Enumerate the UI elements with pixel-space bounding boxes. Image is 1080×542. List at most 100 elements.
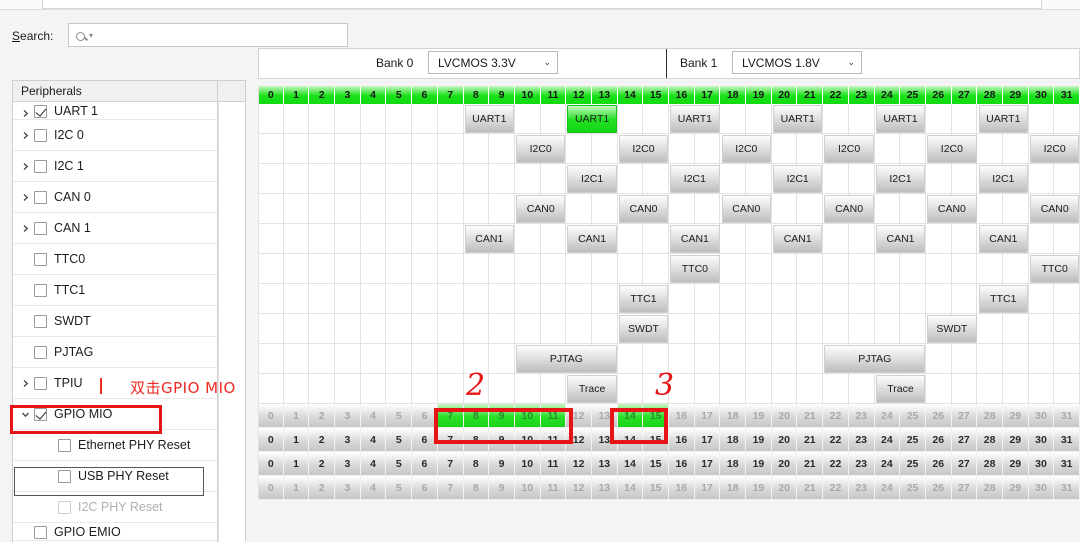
matrix-cell[interactable]: [258, 284, 284, 314]
pin-cell-2[interactable]: 2: [309, 476, 336, 500]
matrix-cell[interactable]: [823, 104, 849, 134]
matrix-cell[interactable]: [514, 254, 541, 284]
checkbox-can-1[interactable]: [34, 221, 47, 235]
checkbox-pjtag[interactable]: [34, 345, 47, 359]
matrix-cell[interactable]: [386, 224, 413, 254]
matrix-cell[interactable]: [951, 284, 978, 314]
pin-cell-19[interactable]: 19: [746, 404, 772, 428]
matrix-cell[interactable]: [823, 284, 849, 314]
matrix-cell[interactable]: [412, 194, 438, 224]
pin-cell-21[interactable]: 21: [797, 452, 824, 476]
matrix-cell[interactable]: [720, 224, 747, 254]
pin-cell-17[interactable]: 17: [694, 476, 721, 500]
matrix-cell[interactable]: [823, 314, 849, 344]
matrix-cell[interactable]: [617, 224, 644, 254]
pin-cell-15[interactable]: 15: [643, 452, 669, 476]
pin-cell-6[interactable]: 6: [412, 404, 438, 428]
matrix-cell[interactable]: [1002, 314, 1029, 344]
pin-cell-25[interactable]: 25: [900, 476, 926, 500]
matrix-cell[interactable]: [617, 374, 644, 404]
matrix-cell[interactable]: [1028, 104, 1055, 134]
matrix-cell[interactable]: [720, 344, 747, 374]
matrix-cell[interactable]: [489, 194, 515, 224]
chevron-down-icon[interactable]: [19, 410, 32, 419]
matrix-cell[interactable]: [617, 104, 644, 134]
matrix-cell[interactable]: [951, 374, 978, 404]
matrix-cell[interactable]: [386, 194, 413, 224]
matrix-cell[interactable]: [874, 254, 901, 284]
pin-cell-18[interactable]: 18: [720, 404, 747, 428]
mio-assignment-can0[interactable]: CAN0: [618, 195, 669, 223]
mio-assignment-ttc1[interactable]: TTC1: [618, 285, 669, 313]
matrix-cell[interactable]: [925, 344, 952, 374]
checkbox-usb-phy-reset[interactable]: [58, 469, 71, 483]
checkbox-can-0[interactable]: [34, 190, 47, 204]
tree-item-gpio-mio[interactable]: GPIO MIO: [13, 399, 217, 430]
mio-assignment-ttc0[interactable]: TTC0: [1030, 255, 1080, 283]
pin-cell-28[interactable]: 28: [977, 404, 1003, 428]
pin-cell-1[interactable]: 1: [283, 476, 310, 500]
pin-cell-13[interactable]: 13: [591, 404, 618, 428]
matrix-cell[interactable]: [437, 254, 464, 284]
chevron-down-icon[interactable]: ⌄: [543, 57, 551, 68]
matrix-cell[interactable]: [283, 314, 310, 344]
tree-item-gpio-emio[interactable]: GPIO EMIO: [13, 523, 217, 541]
pin-cell-15[interactable]: 15: [643, 404, 669, 428]
matrix-cell[interactable]: [1028, 374, 1055, 404]
matrix-cell[interactable]: [412, 164, 438, 194]
matrix-cell[interactable]: [386, 254, 413, 284]
matrix-cell[interactable]: [412, 284, 438, 314]
matrix-cell[interactable]: [386, 134, 413, 164]
matrix-cell[interactable]: [617, 254, 644, 284]
matrix-cell[interactable]: [771, 134, 798, 164]
matrix-cell[interactable]: [797, 194, 824, 224]
matrix-cell[interactable]: [977, 194, 1003, 224]
matrix-cell[interactable]: [797, 314, 824, 344]
matrix-cell[interactable]: [437, 134, 464, 164]
matrix-cell[interactable]: [335, 224, 361, 254]
mio-assignment-i2c0[interactable]: I2C0: [516, 135, 566, 163]
pin-cell-30[interactable]: 30: [1028, 404, 1055, 428]
matrix-cell[interactable]: [874, 134, 901, 164]
checkbox-i2c-1[interactable]: [34, 159, 47, 173]
matrix-cell[interactable]: [335, 254, 361, 284]
matrix-cell[interactable]: [360, 254, 387, 284]
matrix-cell[interactable]: [1028, 314, 1055, 344]
matrix-cell[interactable]: [874, 314, 901, 344]
matrix-cell[interactable]: [797, 344, 824, 374]
matrix-cell[interactable]: [258, 314, 284, 344]
mio-assignment-can1[interactable]: CAN1: [464, 225, 514, 253]
checkbox-tpiu[interactable]: [34, 376, 47, 390]
matrix-cell[interactable]: [309, 224, 336, 254]
pin-cell-7[interactable]: 7: [437, 404, 464, 428]
checkbox-gpio-mio[interactable]: [34, 407, 47, 421]
tree-item-i2c-0[interactable]: I2C 0: [13, 120, 217, 151]
matrix-cell[interactable]: [437, 284, 464, 314]
matrix-cell[interactable]: [514, 224, 541, 254]
pin-cell-25[interactable]: 25: [900, 428, 926, 452]
matrix-cell[interactable]: [335, 314, 361, 344]
matrix-cell[interactable]: [643, 224, 669, 254]
matrix-cell[interactable]: [514, 314, 541, 344]
pin-cell-2[interactable]: 2: [309, 404, 336, 428]
matrix-cell[interactable]: [951, 224, 978, 254]
matrix-cell[interactable]: [669, 134, 695, 164]
matrix-cell[interactable]: [258, 104, 284, 134]
pin-cell-7[interactable]: 7: [437, 452, 464, 476]
pin-cell-21[interactable]: 21: [797, 404, 824, 428]
matrix-cell[interactable]: [489, 374, 515, 404]
matrix-cell[interactable]: [463, 164, 490, 194]
matrix-cell[interactable]: [1002, 254, 1029, 284]
matrix-cell[interactable]: [309, 314, 336, 344]
matrix-cell[interactable]: [720, 374, 747, 404]
matrix-cell[interactable]: [540, 284, 567, 314]
pin-cell-22[interactable]: 22: [823, 452, 849, 476]
pin-cell-11[interactable]: 11: [540, 428, 567, 452]
pin-cell-8[interactable]: 8: [463, 476, 490, 500]
pin-cell-4[interactable]: 4: [360, 428, 387, 452]
matrix-cell[interactable]: [335, 374, 361, 404]
pin-cell-26[interactable]: 26: [925, 452, 952, 476]
matrix-cell[interactable]: [283, 104, 310, 134]
matrix-cell[interactable]: [848, 224, 875, 254]
mio-assignment-can1[interactable]: CAN1: [978, 225, 1028, 253]
